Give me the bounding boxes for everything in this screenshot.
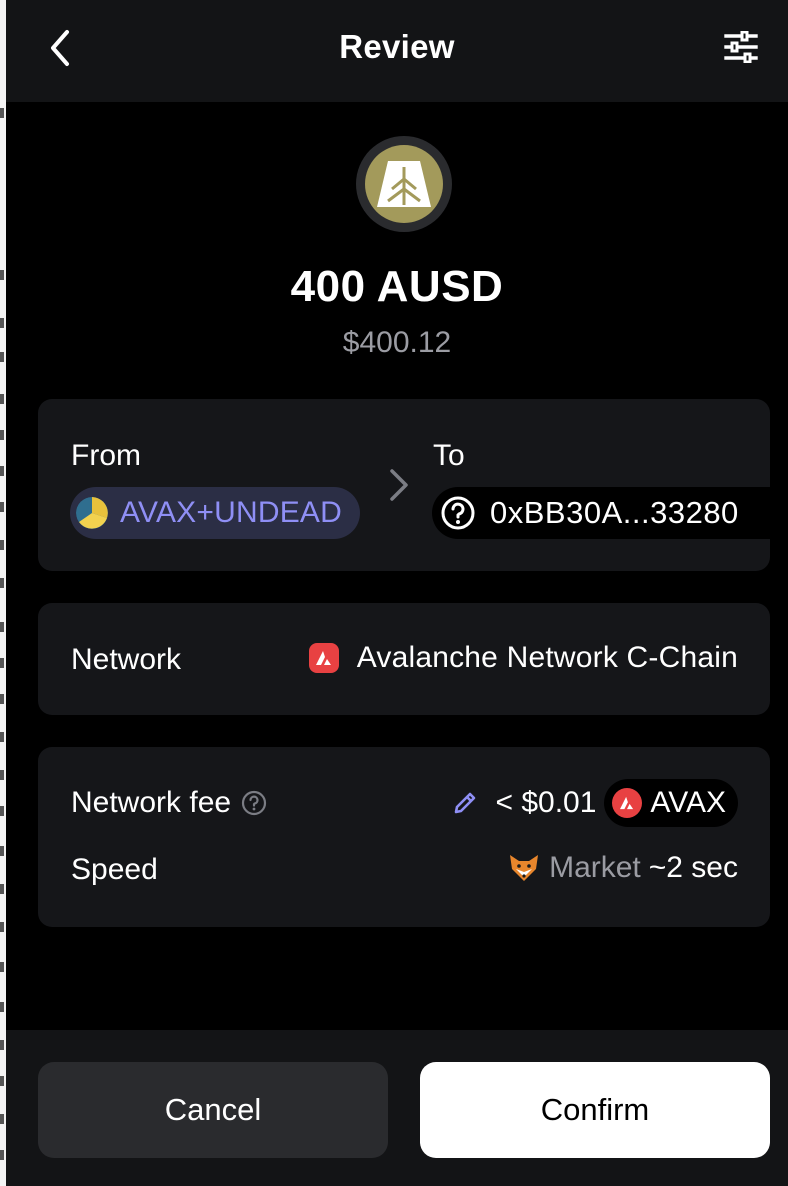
settings-button[interactable]: [716, 24, 766, 70]
network-fee-label: Network fee: [71, 786, 232, 819]
fee-token-pill: AVAX: [604, 779, 738, 827]
transfer-card: From AVAX+UNDEAD To 0xBB30A...33280: [38, 399, 770, 571]
speed-label: Speed: [71, 853, 158, 886]
ausd-token-icon: [377, 161, 431, 207]
review-screen: Review 400 AUSD $400.12 From AVAX+UNDEAD…: [6, 0, 788, 1186]
action-bar: Cancel Confirm: [6, 1030, 788, 1186]
network-fee-value: < $0.01 AVAX: [451, 779, 738, 827]
from-account-pill[interactable]: AVAX+UNDEAD: [70, 487, 360, 539]
to-label: To: [433, 439, 465, 472]
avalanche-coin-icon: [612, 788, 643, 818]
token-amount: 400 AUSD: [290, 262, 504, 311]
network-name: Avalanche Network C-Chain: [356, 641, 738, 674]
network-fee-row-label: Network fee: [71, 786, 267, 820]
avalanche-logo-icon: [308, 643, 339, 673]
fee-amount: < $0.01: [495, 786, 597, 819]
sliders-icon: [724, 31, 758, 63]
account-avatar-icon: [76, 497, 108, 529]
speed-selector[interactable]: Market ~2 sec: [507, 851, 738, 885]
network-value: Avalanche Network C-Chain: [308, 641, 738, 675]
usd-value: $400.12: [342, 326, 452, 359]
page-title: Review: [339, 28, 455, 65]
help-icon[interactable]: [241, 790, 267, 816]
chevron-right-icon: [390, 469, 408, 501]
question-circle-icon: [441, 496, 475, 530]
speed-option: Market: [549, 851, 641, 884]
speed-time: ~2 sec: [648, 851, 738, 884]
header-bar: Review: [6, 0, 788, 102]
fox-icon: [510, 855, 539, 881]
confirm-button[interactable]: Confirm: [420, 1062, 770, 1158]
cancel-button[interactable]: Cancel: [38, 1062, 388, 1158]
fee-token-symbol: AVAX: [650, 786, 726, 819]
token-logo: [356, 136, 452, 232]
fee-card: Network fee < $0.01 AVAX Speed Market ~2…: [38, 747, 770, 927]
from-account-name: AVAX+UNDEAD: [120, 496, 342, 529]
to-address: 0xBB30A...33280: [490, 495, 739, 530]
from-label: From: [71, 439, 141, 472]
pencil-icon[interactable]: [451, 789, 479, 817]
to-address-pill[interactable]: 0xBB30A...33280: [432, 487, 770, 539]
network-card: Network Avalanche Network C-Chain: [38, 603, 770, 715]
network-label: Network: [71, 643, 182, 676]
